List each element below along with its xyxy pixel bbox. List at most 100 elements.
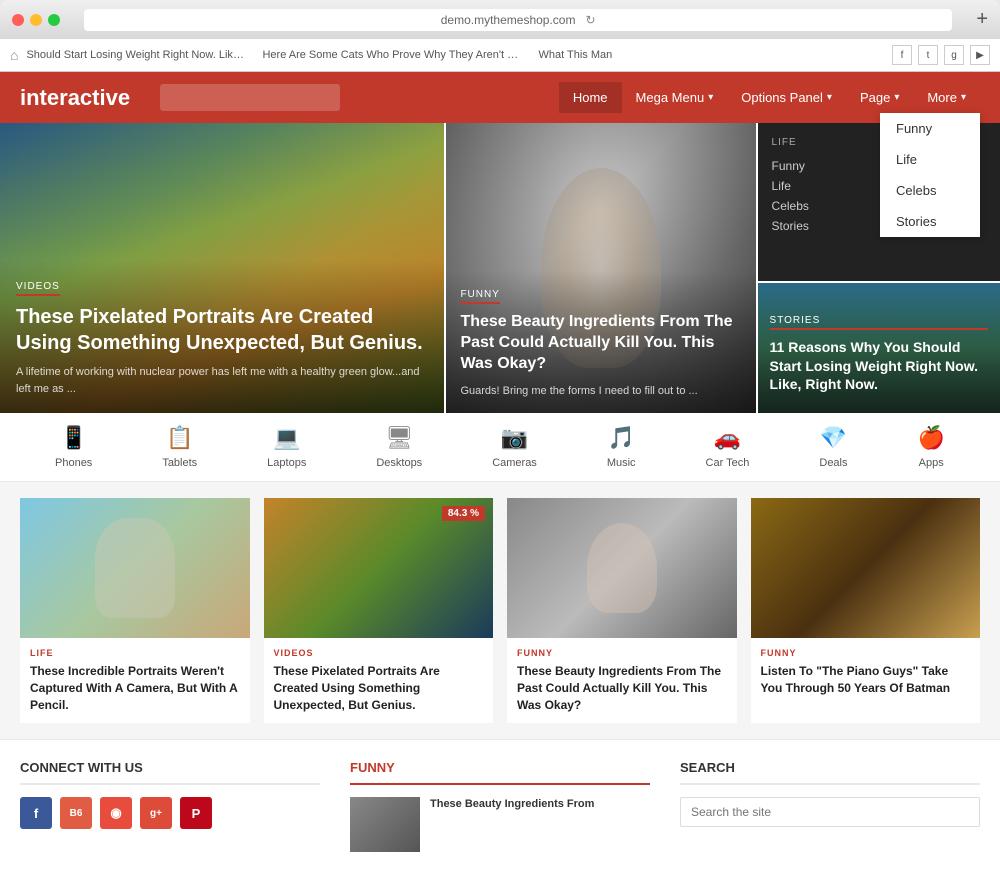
hero-main[interactable]: VIDEOS These Pixelated Portraits Are Cre… — [0, 123, 444, 413]
new-tab-button[interactable]: + — [976, 8, 988, 31]
nav-options-panel[interactable]: Options Panel ▾ — [727, 82, 846, 113]
nav-page[interactable]: Page ▾ — [846, 82, 913, 113]
article-content-4: FUNNY Listen To "The Piano Guys" Take Yo… — [751, 638, 981, 707]
hero-right-bottom-title: 11 Reasons Why You Should Start Losing W… — [770, 338, 988, 393]
dropdown-item-funny[interactable]: Funny — [880, 113, 980, 144]
pinterest-button[interactable]: P — [180, 797, 212, 829]
article-card-4[interactable]: FUNNY Listen To "The Piano Guys" Take Yo… — [751, 498, 981, 723]
twitter-toolbar-icon[interactable]: t — [918, 45, 938, 65]
hero-right-bottom[interactable]: STORIES 11 Reasons Why You Should Start … — [758, 281, 1000, 413]
laptop-icon: 💻 — [273, 425, 300, 451]
youtube-toolbar-icon[interactable]: ▶ — [970, 45, 990, 65]
article-badge-2: 84.3 % — [442, 506, 485, 521]
article-title-2: These Pixelated Portraits Are Created Us… — [274, 663, 484, 713]
article-title-1: These Incredible Portraits Weren't Captu… — [30, 663, 240, 713]
funny-item[interactable]: These Beauty Ingredients From — [350, 797, 650, 852]
search-widget-title: SEARCH — [680, 760, 980, 785]
toolbar-links: Should Start Losing Weight Right Now. Li… — [26, 49, 884, 61]
chevron-down-icon: ▾ — [827, 92, 832, 103]
close-dot[interactable] — [12, 14, 24, 26]
category-tablets[interactable]: 📋 Tablets — [162, 425, 197, 469]
toolbar-social: f t g ▶ — [892, 45, 990, 65]
b6-button[interactable]: B6 — [60, 797, 92, 829]
article-image-2: 84.3 % — [264, 498, 494, 638]
hero-middle-title: These Beauty Ingredients From The Past C… — [460, 312, 741, 374]
articles-section: LIFE These Incredible Portraits Weren't … — [0, 482, 1000, 739]
rss-button[interactable]: ◉ — [100, 797, 132, 829]
article-card-1[interactable]: LIFE These Incredible Portraits Weren't … — [20, 498, 250, 723]
music-icon: 🎵 — [607, 425, 634, 451]
bottom-section: CONNECT WITH US f B6 ◉ g+ P FUNNY These … — [0, 739, 1000, 882]
dropdown-item-celebs[interactable]: Celebs — [880, 175, 980, 206]
social-icons-row: f B6 ◉ g+ P — [20, 797, 320, 829]
search-input[interactable] — [160, 84, 340, 111]
category-laptops[interactable]: 💻 Laptops — [267, 425, 306, 469]
dropdown-item-stories[interactable]: Stories — [880, 206, 980, 237]
article-tag-2: VIDEOS — [274, 648, 484, 658]
site-header: interactive Home Mega Menu ▾ Options Pan… — [0, 72, 1000, 123]
article-card-3[interactable]: FUNNY These Beauty Ingredients From The … — [507, 498, 737, 723]
minimize-dot[interactable] — [30, 14, 42, 26]
maximize-dot[interactable] — [48, 14, 60, 26]
category-music[interactable]: 🎵 Music — [607, 425, 636, 469]
googleplus-button[interactable]: g+ — [140, 797, 172, 829]
browser-toolbar: ⌂ Should Start Losing Weight Right Now. … — [0, 39, 1000, 72]
articles-grid: LIFE These Incredible Portraits Weren't … — [20, 498, 980, 723]
funny-widget: FUNNY These Beauty Ingredients From — [350, 760, 650, 862]
funny-item-title: These Beauty Ingredients From — [430, 797, 594, 852]
article-content-1: LIFE These Incredible Portraits Weren't … — [20, 638, 250, 723]
hero-main-overlay: VIDEOS These Pixelated Portraits Are Cre… — [0, 260, 444, 413]
toolbar-link-2[interactable]: Here Are Some Cats Who Prove Why They Ar… — [262, 49, 522, 61]
funny-widget-title: FUNNY — [350, 760, 650, 785]
toolbar-link-3[interactable]: What This Man — [538, 49, 612, 61]
category-desktops[interactable]: 🖥 Desktops — [376, 425, 422, 469]
facebook-toolbar-icon[interactable]: f — [892, 45, 912, 65]
article-tag-3: FUNNY — [517, 648, 727, 658]
hero-middle-tag: FUNNY — [460, 289, 499, 304]
category-cameras[interactable]: 📷 Cameras — [492, 425, 537, 469]
chevron-down-icon: ▾ — [894, 92, 899, 103]
home-icon[interactable]: ⌂ — [10, 47, 18, 63]
hero-middle[interactable]: FUNNY These Beauty Ingredients From The … — [444, 123, 755, 413]
site-search-input[interactable] — [680, 797, 980, 827]
category-car-tech[interactable]: 🚗 Car Tech — [706, 425, 750, 469]
nav-menu: Home Mega Menu ▾ Options Panel ▾ Page ▾ … — [559, 82, 980, 113]
desktop-icon: 🖥 — [385, 425, 413, 451]
search-widget: SEARCH — [680, 760, 980, 862]
car-icon: 🚗 — [714, 425, 741, 451]
site-logo: interactive — [20, 85, 130, 111]
toolbar-link-1[interactable]: Should Start Losing Weight Right Now. Li… — [26, 49, 246, 61]
category-deals[interactable]: 💎 Deals — [819, 425, 847, 469]
hero-section: VIDEOS These Pixelated Portraits Are Cre… — [0, 123, 1000, 413]
browser-window: demo.mythemeshop.com ↻ + ⌂ Should Start … — [0, 0, 1000, 882]
dropdown-item-life[interactable]: Life — [880, 144, 980, 175]
article-content-2: VIDEOS These Pixelated Portraits Are Cre… — [264, 638, 494, 723]
connect-widget: CONNECT WITH US f B6 ◉ g+ P — [20, 760, 320, 862]
hero-main-desc: A lifetime of working with nuclear power… — [16, 364, 428, 397]
googleplus-toolbar-icon[interactable]: g — [944, 45, 964, 65]
article-image-1 — [20, 498, 250, 638]
hero-main-tag: VIDEOS — [16, 281, 60, 296]
nav-more[interactable]: More ▾ Funny Life Celebs Stories — [913, 82, 980, 113]
diamond-icon: 💎 — [820, 425, 847, 451]
article-card-2[interactable]: 84.3 % VIDEOS These Pixelated Portraits … — [264, 498, 494, 723]
article-tag-4: FUNNY — [761, 648, 971, 658]
facebook-button[interactable]: f — [20, 797, 52, 829]
browser-dots — [12, 14, 60, 26]
article-content-3: FUNNY These Beauty Ingredients From The … — [507, 638, 737, 723]
article-title-4: Listen To "The Piano Guys" Take You Thro… — [761, 663, 971, 697]
category-phones[interactable]: 📱 Phones — [55, 425, 92, 469]
browser-titlebar: demo.mythemeshop.com ↻ + — [0, 0, 1000, 39]
phone-icon: 📱 — [60, 425, 87, 451]
hero-middle-overlay: FUNNY These Beauty Ingredients From The … — [446, 270, 755, 413]
hero-main-title: These Pixelated Portraits Are Created Us… — [16, 304, 428, 356]
nav-mega-menu[interactable]: Mega Menu ▾ — [622, 82, 728, 113]
article-tag-1: LIFE — [30, 648, 240, 658]
category-apps[interactable]: 🍎 Apps — [918, 425, 945, 469]
nav-home[interactable]: Home — [559, 82, 622, 113]
hero-middle-desc: Guards! Bring me the forms I need to fil… — [460, 383, 741, 400]
refresh-icon[interactable]: ↻ — [586, 13, 596, 27]
article-image-3 — [507, 498, 737, 638]
url-bar[interactable]: demo.mythemeshop.com ↻ — [84, 9, 952, 31]
article-title-3: These Beauty Ingredients From The Past C… — [517, 663, 727, 713]
